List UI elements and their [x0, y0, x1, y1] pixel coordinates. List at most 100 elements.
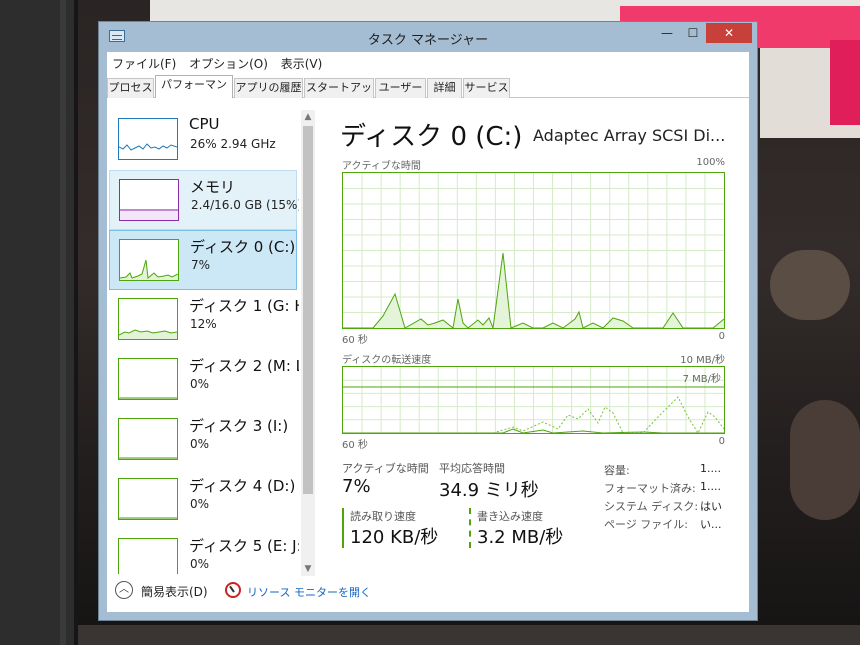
thumbnail-trace: [119, 143, 177, 151]
sidebar-item-value: 0%: [190, 377, 210, 391]
active-time-graph-label: アクティブな時間: [342, 161, 421, 172]
resource-monitor-icon: [225, 582, 241, 598]
avg-response-label: 平均応答時間: [439, 462, 505, 475]
disk-4-thumbnail-graph: [118, 478, 178, 520]
menu-options[interactable]: オプション(O): [184, 52, 272, 72]
active-time-graph: [342, 172, 725, 329]
menu-file[interactable]: ファイル(F): [107, 52, 180, 72]
scroll-thumb[interactable]: [303, 126, 313, 494]
page-file-label: ページ ファイル:: [604, 518, 688, 531]
background-shape: [790, 400, 860, 520]
formatted-label: フォーマット済み:: [604, 482, 696, 495]
sidebar-item-value: 0%: [190, 437, 210, 451]
chevron-up-icon[interactable]: ︿: [115, 581, 133, 599]
resource-list: CPU 26% 2.94 GHz メモリ 2.4/16.0 GB (15%) デ…: [109, 110, 299, 574]
sidebar-item-value: 12%: [190, 317, 217, 331]
sidebar-item-label: ディスク 4 (D:): [189, 477, 296, 495]
write-speed-label: 書き込み速度: [477, 510, 543, 523]
sidebar-item-cpu[interactable]: CPU 26% 2.94 GHz: [109, 110, 297, 170]
avg-response-value: 34.9 ミリ秒: [439, 480, 539, 501]
write-speed-indicator: [469, 508, 471, 548]
thumbnail-trace: [119, 517, 177, 519]
sidebar-item-value: 0%: [190, 557, 210, 571]
active-time-graph-max: 100%: [696, 157, 725, 168]
read-speed-value: 120 KB/秒: [350, 527, 439, 548]
background-dark-panel: [0, 0, 78, 645]
tab-performance[interactable]: パフォーマンス: [155, 75, 233, 109]
sidebar-item-disk-1[interactable]: ディスク 1 (G: H 12%: [109, 290, 299, 350]
read-speed-indicator: [342, 508, 344, 548]
memory-thumbnail-graph: [119, 179, 179, 221]
minimize-button[interactable]: —: [654, 23, 680, 43]
system-disk-value: はい: [700, 500, 722, 513]
task-manager-window: タスク マネージャー — ☐ ✕ ファイル(F) オプション(O) 表示(V) …: [98, 21, 758, 621]
scroll-up-arrow-icon[interactable]: ▲: [301, 110, 315, 124]
sidebar-item-disk-5[interactable]: ディスク 5 (E: J: 0%: [109, 530, 299, 574]
bottom-bar: ︿ 簡易表示(D) リソース モニターを開く: [107, 578, 749, 614]
thumbnail-trace: [119, 539, 177, 574]
sidebar-item-label: ディスク 2 (M: L:: [189, 357, 299, 375]
cpu-thumbnail-graph: [118, 118, 178, 160]
menu-bar: ファイル(F) オプション(O) 表示(V): [107, 52, 749, 74]
tab-users[interactable]: ユーザー: [375, 78, 426, 98]
tab-services[interactable]: サービス: [463, 78, 510, 98]
open-resource-monitor-link[interactable]: リソース モニターを開く: [247, 584, 371, 600]
tab-startup[interactable]: スタートアップ: [304, 78, 374, 112]
transfer-rate-trace: [343, 367, 724, 433]
tab-processes[interactable]: プロセス: [107, 78, 154, 98]
tab-details[interactable]: 詳細: [427, 78, 462, 98]
active-time-value: 7%: [342, 476, 371, 497]
sidebar-item-disk-3[interactable]: ディスク 3 (I:) 0%: [109, 410, 297, 470]
transfer-rate-graph-time-right: 0: [718, 436, 725, 447]
resource-list-scrollbar[interactable]: ▲ ▼: [301, 110, 315, 576]
background-pink-sign: [830, 40, 860, 125]
disk-3-thumbnail-graph: [118, 418, 178, 460]
active-time-label: アクティブな時間: [342, 462, 429, 475]
maximize-button[interactable]: ☐: [680, 23, 706, 43]
thumbnail-trace: [119, 329, 177, 339]
sidebar-item-memory[interactable]: メモリ 2.4/16.0 GB (15%): [109, 170, 299, 230]
active-time-trace: [343, 173, 724, 328]
close-button[interactable]: ✕: [706, 23, 752, 43]
formatted-value: 1....: [700, 480, 721, 493]
read-speed-label: 読み取り速度: [350, 510, 416, 523]
performance-view: CPU 26% 2.94 GHz メモリ 2.4/16.0 GB (15%) デ…: [107, 98, 749, 612]
sidebar-item-disk-0[interactable]: ディスク 0 (C:) 7%: [109, 230, 297, 290]
scroll-down-arrow-icon[interactable]: ▼: [301, 562, 315, 576]
page-file-value: い...: [700, 518, 722, 531]
transfer-rate-graph-label: ディスクの転送速度: [342, 355, 432, 366]
disk-title: ディスク 0 (C:): [340, 122, 523, 152]
transfer-rate-reference-label: 7 MB/秒: [682, 374, 721, 385]
sidebar-item-label: CPU: [189, 115, 220, 133]
sidebar-item-value: 2.4/16.0 GB (15%): [191, 198, 299, 212]
background-shape: [770, 250, 850, 320]
active-time-graph-time-left: 60 秒: [342, 335, 368, 346]
disk-2-thumbnail-graph: [118, 358, 178, 400]
disk-detail-panel: ディスク 0 (C:) Adaptec Array SCSI Di... アクテ…: [336, 98, 738, 578]
sidebar-item-label: メモリ: [190, 178, 236, 196]
sidebar-item-value: 7%: [191, 258, 211, 272]
thumbnail-trace: [119, 457, 177, 459]
sidebar-item-label: ディスク 3 (I:): [189, 417, 289, 435]
menu-view[interactable]: 表示(V): [276, 52, 327, 72]
tab-app-history[interactable]: アプリの履歴: [234, 78, 303, 98]
fewer-details-button[interactable]: 簡易表示(D): [141, 583, 208, 600]
disk-model: Adaptec Array SCSI Di...: [533, 126, 726, 145]
system-disk-label: システム ディスク:: [604, 500, 699, 513]
sidebar-item-disk-4[interactable]: ディスク 4 (D:) 0%: [109, 470, 297, 530]
transfer-rate-graph: [342, 366, 725, 434]
sidebar-item-label: ディスク 5 (E: J:: [189, 537, 299, 555]
capacity-label: 容量:: [604, 464, 630, 477]
write-speed-value: 3.2 MB/秒: [477, 527, 564, 548]
thumbnail-trace: [119, 397, 177, 399]
sidebar-item-value: 0%: [190, 497, 210, 511]
transfer-rate-graph-time-left: 60 秒: [342, 440, 368, 451]
sidebar-item-label: ディスク 1 (G: H: [189, 297, 299, 315]
sidebar-item-disk-2[interactable]: ディスク 2 (M: L: 0%: [109, 350, 299, 410]
thumbnail-trace: [120, 209, 178, 220]
disk-0-thumbnail-graph: [119, 239, 179, 281]
title-bar[interactable]: タスク マネージャー — ☐ ✕: [99, 22, 757, 52]
capacity-value: 1....: [700, 462, 721, 475]
sidebar-item-label: ディスク 0 (C:): [190, 238, 296, 256]
disk-1-thumbnail-graph: [118, 298, 178, 340]
